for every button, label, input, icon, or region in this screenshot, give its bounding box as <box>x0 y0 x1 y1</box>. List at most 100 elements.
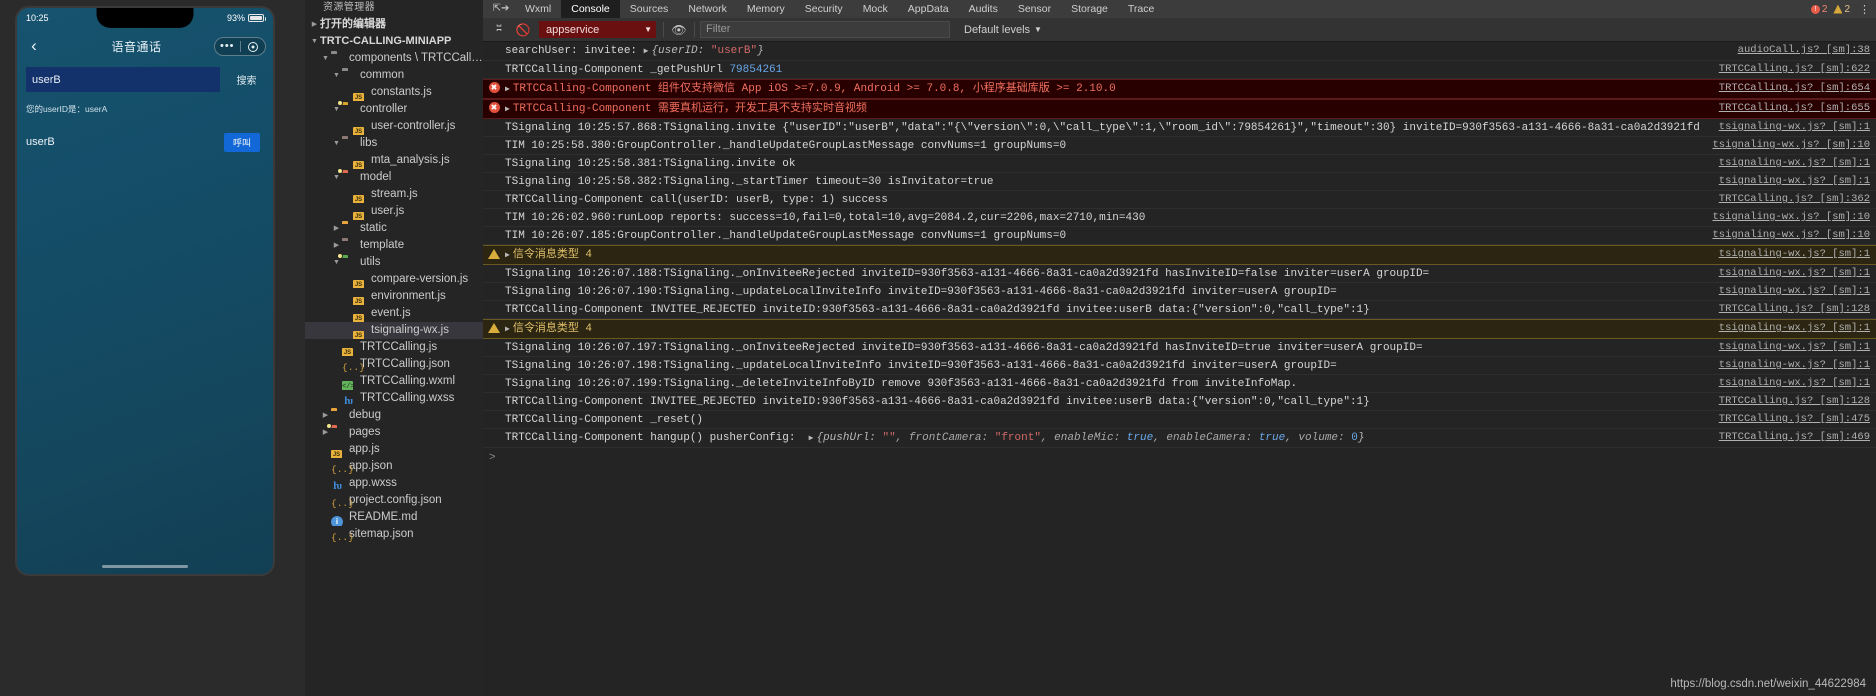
tab-wxml[interactable]: Wxml <box>515 0 561 18</box>
chevron-down-icon[interactable]: ▼ <box>331 67 342 84</box>
tree-item-trtccalling-wxml[interactable]: </> TRTCCalling.wxml <box>305 373 483 390</box>
tree-item-project-config-json[interactable]: {..} project.config.json <box>305 492 483 509</box>
console-entry-log[interactable]: TSignaling 10:25:57.868:TSignaling.invit… <box>483 119 1876 137</box>
tree-item-stream-js[interactable]: JS stream.js <box>305 186 483 203</box>
tree-item-trtccalling-json[interactable]: {..} TRTCCalling.json <box>305 356 483 373</box>
console-source-link[interactable]: tsignaling-wx.js? [sm]:10 <box>1712 211 1870 223</box>
console-source-link[interactable]: tsignaling-wx.js? [sm]:10 <box>1712 139 1870 151</box>
console-entry-warn[interactable]: ▶ 信令消息类型 4 tsignaling-wx.js? [sm]:1 <box>483 245 1876 265</box>
console-entry-log[interactable]: TSignaling 10:26:07.197:TSignaling._onIn… <box>483 339 1876 357</box>
tab-security[interactable]: Security <box>795 0 853 18</box>
console-source-link[interactable]: tsignaling-wx.js? [sm]:1 <box>1719 377 1870 389</box>
tab-sources[interactable]: Sources <box>620 0 679 18</box>
console-entry-log[interactable]: searchUser: invitee: ▶ {userID: "userB"} a… <box>483 42 1876 61</box>
tab-appdata[interactable]: AppData <box>898 0 959 18</box>
tree-item-user-js[interactable]: JS user.js <box>305 203 483 220</box>
console-entry-log[interactable]: TRTCCalling-Component call(userID: userB… <box>483 191 1876 209</box>
console-source-link[interactable]: tsignaling-wx.js? [sm]:1 <box>1719 285 1870 297</box>
log-levels-select[interactable]: Default levels ▼ <box>964 24 1042 36</box>
tree-item-template[interactable]: ▶ template <box>305 237 483 254</box>
eye-icon[interactable]: 👁 <box>667 23 691 37</box>
tab-audits[interactable]: Audits <box>959 0 1008 18</box>
console-source-link[interactable]: TRTCCalling.js? [sm]:655 <box>1719 102 1870 114</box>
console-source-link[interactable]: TRTCCalling.js? [sm]:475 <box>1719 413 1870 425</box>
tree-item-sitemap-json[interactable]: {..} sitemap.json <box>305 526 483 543</box>
chevron-right-icon[interactable]: ▶ <box>309 16 320 33</box>
console-entry-error[interactable]: ✖ ▶ TRTCCalling-Component 组件仅支持微信 App iOS … <box>483 79 1876 99</box>
console-source-link[interactable]: audioCall.js? [sm]:38 <box>1738 44 1870 56</box>
tree-item-trtc-calling-miniapp[interactable]: ▼ TRTC-CALLING-MINIAPP <box>305 33 483 50</box>
clear-console-icon[interactable]: 🚫 <box>511 23 535 37</box>
console-source-link[interactable]: tsignaling-wx.js? [sm]:10 <box>1712 229 1870 241</box>
tree-item-app-js[interactable]: JS app.js <box>305 441 483 458</box>
tab-memory[interactable]: Memory <box>737 0 795 18</box>
console-entry-log[interactable]: TSignaling 10:26:07.198:TSignaling._upda… <box>483 357 1876 375</box>
toggle-sidebar-icon[interactable]: ⎶ <box>487 22 511 37</box>
console-entry-log[interactable]: TIM 10:26:02.960:runLoop reports: succes… <box>483 209 1876 227</box>
chevron-right-icon[interactable]: ▶ <box>331 237 342 254</box>
tree-item-environment-js[interactable]: JS environment.js <box>305 288 483 305</box>
console-source-link[interactable]: tsignaling-wx.js? [sm]:1 <box>1719 248 1870 260</box>
console-entry-warn[interactable]: ▶ 信令消息类型 4 tsignaling-wx.js? [sm]:1 <box>483 319 1876 339</box>
tree-item-readme-md[interactable]: i README.md <box>305 509 483 526</box>
chevron-right-icon[interactable]: ▶ <box>320 407 331 424</box>
console-source-link[interactable]: TRTCCalling.js? [sm]:469 <box>1719 431 1870 443</box>
tree-item-components-trtccalling[interactable]: ▼ components \ TRTCCalling <box>305 50 483 67</box>
tree-item-trtccalling-js[interactable]: JS TRTCCalling.js <box>305 339 483 356</box>
tree-item-debug[interactable]: ▶ debug <box>305 407 483 424</box>
search-input[interactable]: userB <box>26 67 220 92</box>
tab-mock[interactable]: Mock <box>853 0 898 18</box>
tab-trace[interactable]: Trace <box>1118 0 1164 18</box>
tree-item-trtccalling-wxss[interactable]: ƕ TRTCCalling.wxss <box>305 390 483 407</box>
console-source-link[interactable]: TRTCCalling.js? [sm]:654 <box>1719 82 1870 94</box>
tree-item-static[interactable]: ▶ static <box>305 220 483 237</box>
close-circle-icon[interactable] <box>241 41 266 52</box>
console-source-link[interactable]: TRTCCalling.js? [sm]:362 <box>1719 193 1870 205</box>
tree-item-event-js[interactable]: JS event.js <box>305 305 483 322</box>
chevron-down-icon[interactable]: ▼ <box>320 50 331 67</box>
tree-item-mta-analysis-js[interactable]: JS mta_analysis.js <box>305 152 483 169</box>
more-dots-icon[interactable]: ••• <box>215 41 240 52</box>
tree-item-app-json[interactable]: {..} app.json <box>305 458 483 475</box>
execution-context-select[interactable]: appservice ▼ <box>539 21 656 38</box>
console-log-list[interactable]: searchUser: invitee: ▶ {userID: "userB"} a… <box>483 42 1876 696</box>
console-source-link[interactable]: tsignaling-wx.js? [sm]:1 <box>1719 359 1870 371</box>
console-entry-log[interactable]: TSignaling 10:25:58.382:TSignaling._star… <box>483 173 1876 191</box>
console-filter-input[interactable]: Filter <box>700 21 950 38</box>
tree-item-constants-js[interactable]: JS constants.js <box>305 84 483 101</box>
console-entry-log[interactable]: TRTCCalling-Component INVITEE_REJECTED i… <box>483 393 1876 411</box>
inspect-element-icon[interactable]: ⇱➔ <box>487 0 515 18</box>
console-entry-log[interactable]: TIM 10:25:58.380:GroupController._handle… <box>483 137 1876 155</box>
console-entry-log[interactable]: TRTCCalling-Component _getPushUrl 798542… <box>483 61 1876 79</box>
console-entry-log[interactable]: TRTCCalling-Component _reset() TRTCCallin… <box>483 411 1876 429</box>
tab-sensor[interactable]: Sensor <box>1008 0 1061 18</box>
tree-item-app-wxss[interactable]: ƕ app.wxss <box>305 475 483 492</box>
warning-count-badge[interactable]: 2 <box>1833 4 1850 15</box>
chevron-right-icon[interactable]: ▶ <box>331 220 342 237</box>
console-entry-error[interactable]: ✖ ▶ TRTCCalling-Component 需要真机运行，开发工具不支持实时… <box>483 99 1876 119</box>
console-source-link[interactable]: tsignaling-wx.js? [sm]:1 <box>1719 341 1870 353</box>
search-button[interactable]: 搜索 <box>220 72 273 87</box>
console-source-link[interactable]: tsignaling-wx.js? [sm]:1 <box>1719 175 1870 187</box>
tree-item-model[interactable]: ▼ model <box>305 169 483 186</box>
tab-network[interactable]: Network <box>678 0 737 18</box>
tab-console[interactable]: Console <box>561 0 620 18</box>
console-source-link[interactable]: tsignaling-wx.js? [sm]:1 <box>1719 121 1870 133</box>
chevron-down-icon[interactable]: ▼ <box>309 33 320 50</box>
tree-item-common[interactable]: ▼ common <box>305 67 483 84</box>
console-entry-log[interactable]: TSignaling 10:26:07.199:TSignaling._dele… <box>483 375 1876 393</box>
tree-item-libs[interactable]: ▼ libs <box>305 135 483 152</box>
console-prompt[interactable]: > <box>483 448 1876 468</box>
tree-item-pages[interactable]: ▶ pages <box>305 424 483 441</box>
wechat-capsule-button[interactable]: ••• <box>214 37 266 56</box>
console-source-link[interactable]: tsignaling-wx.js? [sm]:1 <box>1719 322 1870 334</box>
tree-item-[interactable]: ▶ 打开的编辑器 <box>305 16 483 33</box>
console-source-link[interactable]: TRTCCalling.js? [sm]:128 <box>1719 395 1870 407</box>
console-entry-log[interactable]: TRTCCalling-Component hangup() pusherCon… <box>483 429 1876 448</box>
tree-item-tsignaling-wx-js[interactable]: JS tsignaling-wx.js <box>305 322 483 339</box>
error-count-badge[interactable]: ! 2 <box>1810 4 1827 15</box>
more-options-icon[interactable]: ⋮ <box>1856 3 1872 16</box>
console-source-link[interactable]: tsignaling-wx.js? [sm]:1 <box>1719 267 1870 279</box>
console-source-link[interactable]: TRTCCalling.js? [sm]:622 <box>1719 63 1870 75</box>
tab-storage[interactable]: Storage <box>1061 0 1118 18</box>
